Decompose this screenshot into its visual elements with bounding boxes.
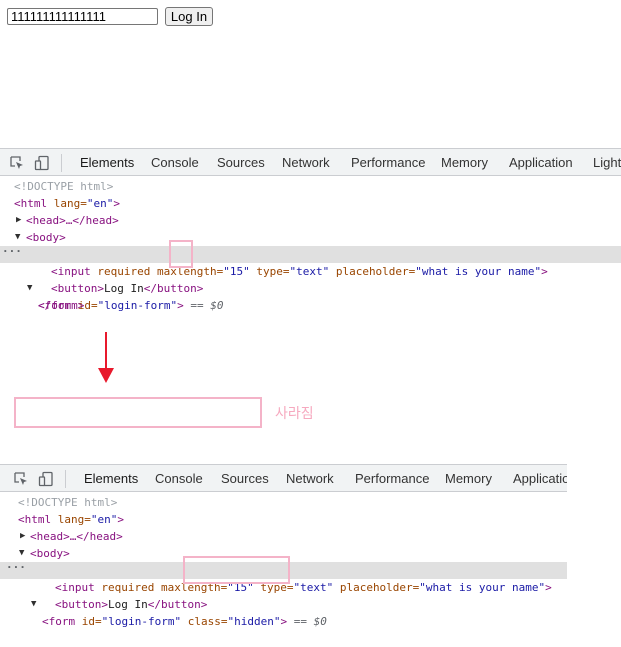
tab-application[interactable]: Application <box>509 149 573 175</box>
tree-line-head[interactable]: ▶ <head>…</head> <box>0 212 621 229</box>
tab-performance[interactable]: Performance <box>355 465 429 491</box>
toolbar-separator <box>65 470 66 488</box>
tab-elements[interactable]: Elements <box>80 149 134 175</box>
devtools-panel-bottom: Elements Console Sources Network Perform… <box>0 464 567 628</box>
tab-lighthouse[interactable]: Light <box>593 149 621 175</box>
tab-elements[interactable]: Elements <box>84 465 138 491</box>
tab-console[interactable]: Console <box>151 149 199 175</box>
elements-tree: <!DOCTYPE html> <html lang="en"> ▶ <head>… <box>0 492 567 628</box>
tab-sources[interactable]: Sources <box>217 149 265 175</box>
tree-line-html[interactable]: <html lang="en"> <box>0 195 621 212</box>
disappeared-note: 사라짐 <box>275 406 314 422</box>
down-arrow-icon <box>98 332 114 383</box>
tab-memory[interactable]: Memory <box>445 465 492 491</box>
tab-application[interactable]: Applicatio <box>513 465 567 491</box>
tree-line-form-selected[interactable]: ··· ▼ <form id="login-form"> == $0 <box>0 243 621 312</box>
tree-line-doctype[interactable]: <!DOCTYPE html> <box>0 494 567 511</box>
device-toggle-icon[interactable] <box>34 155 50 171</box>
tab-performance[interactable]: Performance <box>351 149 425 175</box>
device-toggle-icon[interactable] <box>38 471 54 487</box>
tab-console[interactable]: Console <box>155 465 203 491</box>
toolbar-separator <box>61 154 62 172</box>
elements-tree: <!DOCTYPE html> <html lang="en"> ▶ <head>… <box>0 176 621 316</box>
login-button[interactable]: Log In <box>165 7 213 26</box>
expand-triangle-icon[interactable]: ▶ <box>16 212 21 229</box>
tree-line-html[interactable]: <html lang="en"> <box>0 511 567 528</box>
tree-line-button[interactable]: <button>Log In</button> <box>0 596 567 613</box>
more-dots-icon[interactable]: ··· <box>6 559 26 576</box>
tab-network[interactable]: Network <box>286 465 334 491</box>
devtools-toolbar: Elements Console Sources Network Perform… <box>0 464 567 492</box>
highlight-box-form-end <box>169 240 193 268</box>
tab-network[interactable]: Network <box>282 149 330 175</box>
expand-triangle-icon[interactable]: ▶ <box>20 528 25 545</box>
highlight-box-class-hidden <box>183 556 290 584</box>
tree-line-button[interactable]: <button>Log In</button> <box>0 280 621 297</box>
tree-line-form-end[interactable]: </form> <box>0 297 621 314</box>
inspect-icon[interactable] <box>9 155 25 171</box>
inspect-icon[interactable] <box>13 471 29 487</box>
tree-line-doctype[interactable]: <!DOCTYPE html> <box>0 178 621 195</box>
disappeared-placeholder-box <box>14 397 262 428</box>
devtools-toolbar: Elements Console Sources Network Perform… <box>0 148 621 176</box>
tab-memory[interactable]: Memory <box>441 149 488 175</box>
name-input[interactable] <box>7 8 158 25</box>
more-dots-icon[interactable]: ··· <box>2 243 22 260</box>
tree-line-head[interactable]: ▶ <head>…</head> <box>0 528 567 545</box>
devtools-panel-top: Elements Console Sources Network Perform… <box>0 148 621 318</box>
tab-sources[interactable]: Sources <box>221 465 269 491</box>
tree-line-input[interactable]: <input required maxlength="15" type="tex… <box>0 263 621 280</box>
tree-line-body[interactable]: ▼ <body> <box>0 229 621 246</box>
